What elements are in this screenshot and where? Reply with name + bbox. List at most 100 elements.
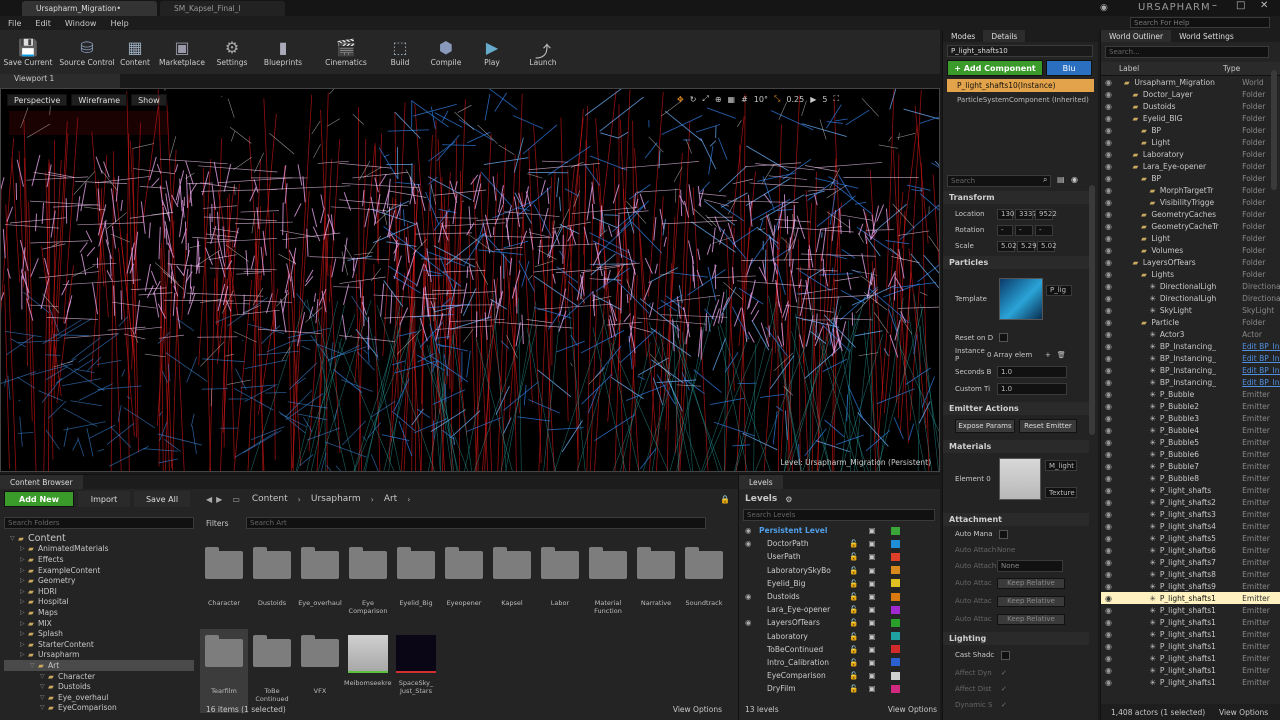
color-swatch[interactable] <box>891 618 900 627</box>
particles-header[interactable]: Particles <box>943 256 1089 269</box>
lock-icon[interactable]: 🔓 <box>847 539 861 548</box>
asset-tile[interactable]: Eye_overhaul <box>296 541 344 625</box>
visibility-eye-icon[interactable]: ◉ <box>1105 582 1118 591</box>
visibility-eye-icon[interactable]: ◉ <box>739 526 759 535</box>
cinematics-button[interactable]: 🎬 Cinematics <box>318 30 374 74</box>
expand-arrow-icon[interactable]: ▷ <box>20 567 28 574</box>
close-icon[interactable]: ✕ <box>1260 0 1268 11</box>
expand-arrow-icon[interactable]: ▷ <box>20 630 28 637</box>
save-icon[interactable]: ▣ <box>865 526 879 535</box>
scale-snap-icon[interactable]: ⤡ <box>774 94 780 104</box>
outliner-row[interactable]: ◉ ▰ Doctor_Layer Folder <box>1101 88 1280 100</box>
outliner-row[interactable]: ◉ ▰ LayersOfTears Folder <box>1101 256 1280 268</box>
asset-tile[interactable]: Narrative <box>632 541 680 625</box>
visibility-eye-icon[interactable]: ◉ <box>1105 222 1118 231</box>
expand-arrow-icon[interactable]: ▷ <box>20 651 28 658</box>
scale-z[interactable]: 5.02 <box>1037 240 1057 252</box>
lock-icon[interactable]: 🔓 <box>847 632 861 641</box>
world-icon[interactable]: ⊕ <box>715 95 722 104</box>
outliner-row[interactable]: ◉ ▰ BP Folder <box>1101 124 1280 136</box>
expand-arrow-icon[interactable]: ▷ <box>20 556 28 563</box>
menu-edit[interactable]: Edit <box>35 19 51 28</box>
expand-arrow-icon[interactable]: ▽ <box>40 683 48 690</box>
level-row[interactable]: ◉ Dustoids 🔓 ▣ <box>739 590 940 603</box>
asset-tile[interactable]: Character <box>200 541 248 625</box>
visibility-eye-icon[interactable]: ◉ <box>1105 642 1118 651</box>
expand-arrow-icon[interactable]: ▷ <box>20 598 28 605</box>
visibility-eye-icon[interactable]: ◉ <box>1105 150 1118 159</box>
attachment-header[interactable]: Attachment <box>943 513 1089 526</box>
save-icon[interactable]: ▣ <box>865 552 879 561</box>
folder-tree-item[interactable]: ▽ ▰ Content <box>4 533 194 544</box>
reset-checkbox[interactable] <box>999 333 1008 342</box>
outliner-row[interactable]: ◉ ✳ P_light_shafts1 Emitter <box>1101 628 1280 640</box>
level-row[interactable]: Laboratory 🔓 ▣ <box>739 630 940 643</box>
outliner-row[interactable]: ◉ ✳ P_light_shafts7 Emitter <box>1101 556 1280 568</box>
play-button[interactable]: ▶ Play <box>472 30 512 74</box>
level-row[interactable]: ◉ DoctorPath 🔓 ▣ <box>739 537 940 550</box>
grid-icon[interactable]: # <box>741 95 748 104</box>
scale-snap-value[interactable]: 0.25 <box>786 95 804 104</box>
save-icon[interactable]: ▣ <box>865 645 879 654</box>
texture-value[interactable]: Texture <box>1045 487 1077 498</box>
outliner-row[interactable]: ◉ ✳ P_Bubble8 Emitter <box>1101 472 1280 484</box>
color-swatch[interactable] <box>891 632 900 641</box>
build-button[interactable]: ⬚ Build <box>380 30 420 74</box>
search-levels-input[interactable]: Search Levels <box>743 509 935 521</box>
folder-tree-item[interactable]: ▷ ▰ Ursapharm <box>4 650 194 661</box>
visibility-eye-icon[interactable]: ◉ <box>1105 546 1118 555</box>
expand-arrow-icon[interactable]: ▽ <box>40 694 48 701</box>
outliner-row[interactable]: ◉ ▰ BP Folder <box>1101 172 1280 184</box>
outliner-row[interactable]: ◉ ▰ Volumes Folder <box>1101 244 1280 256</box>
folder-tree-item[interactable]: ▷ ▰ HDRI <box>4 586 194 597</box>
visibility-eye-icon[interactable]: ◉ <box>1105 630 1118 639</box>
save-icon[interactable]: ▣ <box>865 579 879 588</box>
visibility-eye-icon[interactable]: ◉ <box>1105 234 1118 243</box>
level-row[interactable]: Intro_Calibration 🔓 ▣ <box>739 656 940 669</box>
visibility-eye-icon[interactable]: ◉ <box>1105 450 1118 459</box>
folder-tree-item[interactable]: ▷ ▰ Splash <box>4 628 194 639</box>
visibility-eye-icon[interactable]: ◉ <box>1105 210 1118 219</box>
auto-manage-checkbox[interactable] <box>999 529 1008 539</box>
path-content[interactable]: Content <box>252 494 288 504</box>
color-swatch[interactable] <box>891 684 900 693</box>
outliner-row[interactable]: ◉ ✳ Actor3 Actor <box>1101 328 1280 340</box>
notification-icon[interactable]: ◉ <box>1100 3 1108 13</box>
tab-kapsel[interactable]: SM_Kapsel_Final_l <box>160 1 285 16</box>
color-swatch[interactable] <box>891 539 900 548</box>
folder-tree-item[interactable]: ▷ ▰ Geometry <box>4 575 194 586</box>
expand-arrow-icon[interactable]: ▽ <box>40 704 48 711</box>
scale-icon[interactable]: ⤢ <box>702 94 708 104</box>
visibility-eye-icon[interactable]: ◉ <box>1105 306 1118 315</box>
expand-arrow-icon[interactable]: ▽ <box>40 673 48 680</box>
compile-button[interactable]: ⬢ Compile <box>426 30 466 74</box>
outliner-row[interactable]: ◉ ▰ Particle Folder <box>1101 316 1280 328</box>
visibility-eye-icon[interactable]: ◉ <box>1105 414 1118 423</box>
visibility-eye-icon[interactable]: ◉ <box>1105 474 1118 483</box>
content-button[interactable]: ▦ Content <box>118 30 152 74</box>
save-icon[interactable]: ▣ <box>865 684 879 693</box>
level-row[interactable]: LaboratorySkyBo 🔓 ▣ <box>739 564 940 577</box>
lock-icon[interactable]: 🔓 <box>847 684 861 693</box>
level-row[interactable]: EyeComparison 🔓 ▣ <box>739 669 940 682</box>
color-swatch[interactable] <box>891 671 900 680</box>
visibility-eye-icon[interactable]: ◉ <box>1105 270 1118 279</box>
asset-tile[interactable]: Material Function <box>584 541 632 625</box>
delete-icon[interactable]: 🗑 <box>1057 351 1066 359</box>
folder-tree-item[interactable]: ▷ ▰ Effects <box>4 554 194 565</box>
scale-x[interactable]: 5.02 <box>997 240 1017 252</box>
outliner-row[interactable]: ◉ ✳ P_light_shafts2 Emitter <box>1101 496 1280 508</box>
visibility-eye-icon[interactable]: ◉ <box>1105 390 1118 399</box>
template-thumbnail[interactable] <box>999 278 1043 320</box>
visibility-eye-icon[interactable]: ◉ <box>1105 102 1118 111</box>
outliner-row[interactable]: ◉ ▰ Laboratory Folder <box>1101 148 1280 160</box>
asset-tile[interactable]: VFX <box>296 629 344 713</box>
outliner-row[interactable]: ◉ ✳ BP_Instancing_ Edit BP_Ins <box>1101 364 1280 376</box>
visibility-eye-icon[interactable]: ◉ <box>1105 174 1118 183</box>
visibility-eye-icon[interactable]: ◉ <box>1105 354 1118 363</box>
outliner-row[interactable]: ◉ ✳ P_light_shafts6 Emitter <box>1101 544 1280 556</box>
location-z[interactable]: 9522 <box>1035 208 1057 220</box>
outliner-row[interactable]: ◉ ✳ P_light_shafts1 Emitter <box>1101 652 1280 664</box>
outliner-row[interactable]: ◉ ✳ BP_Instancing_ Edit BP_Ins <box>1101 376 1280 388</box>
outliner-row[interactable]: ◉ ✳ P_light_shafts9 Emitter <box>1101 580 1280 592</box>
